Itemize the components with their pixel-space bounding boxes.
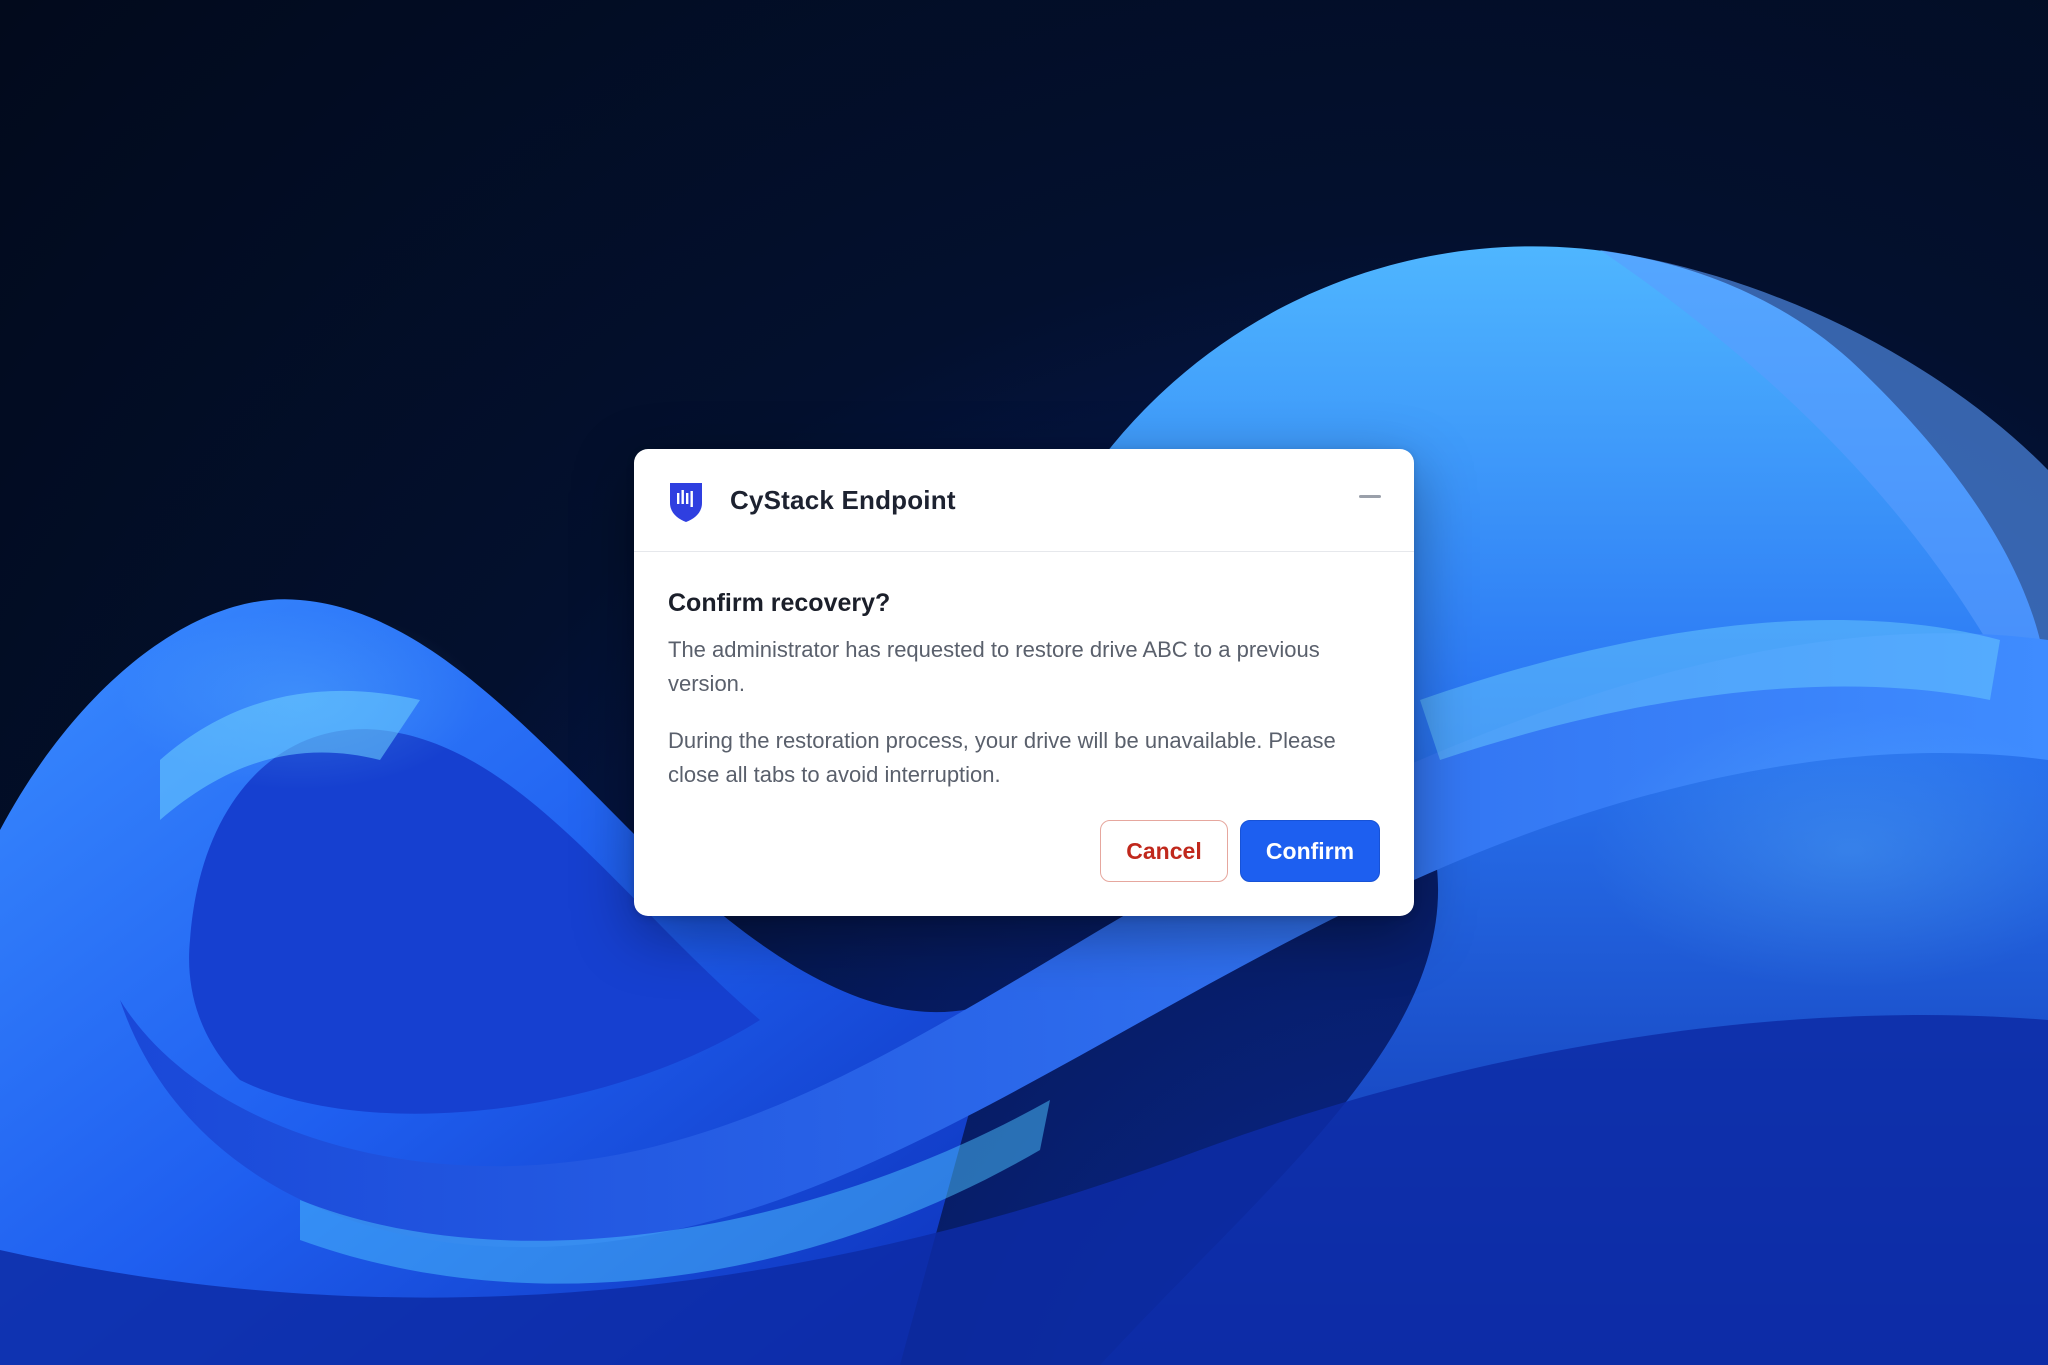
shield-logo-icon xyxy=(668,481,704,523)
minimize-button[interactable] xyxy=(1348,475,1392,519)
app-title: CyStack Endpoint xyxy=(730,485,956,515)
dialog-heading: Confirm recovery? xyxy=(668,589,891,617)
minimize-icon xyxy=(1359,495,1381,498)
recovery-confirm-dialog: CyStack Endpoint Confirm recovery? The a… xyxy=(634,449,1414,916)
dialog-message-2: During the restoration process, your dri… xyxy=(668,728,1336,787)
dialog-body: Confirm recovery? The administrator has … xyxy=(634,587,1414,792)
cancel-button[interactable]: Cancel xyxy=(1100,820,1228,882)
dialog-message-1: The administrator has requested to resto… xyxy=(668,637,1320,696)
confirm-button[interactable]: Confirm xyxy=(1240,820,1380,882)
dialog-actions: Cancel Confirm xyxy=(1100,820,1380,882)
dialog-header: CyStack Endpoint xyxy=(634,449,1414,552)
desktop: CyStack Endpoint Confirm recovery? The a… xyxy=(0,0,2048,1365)
